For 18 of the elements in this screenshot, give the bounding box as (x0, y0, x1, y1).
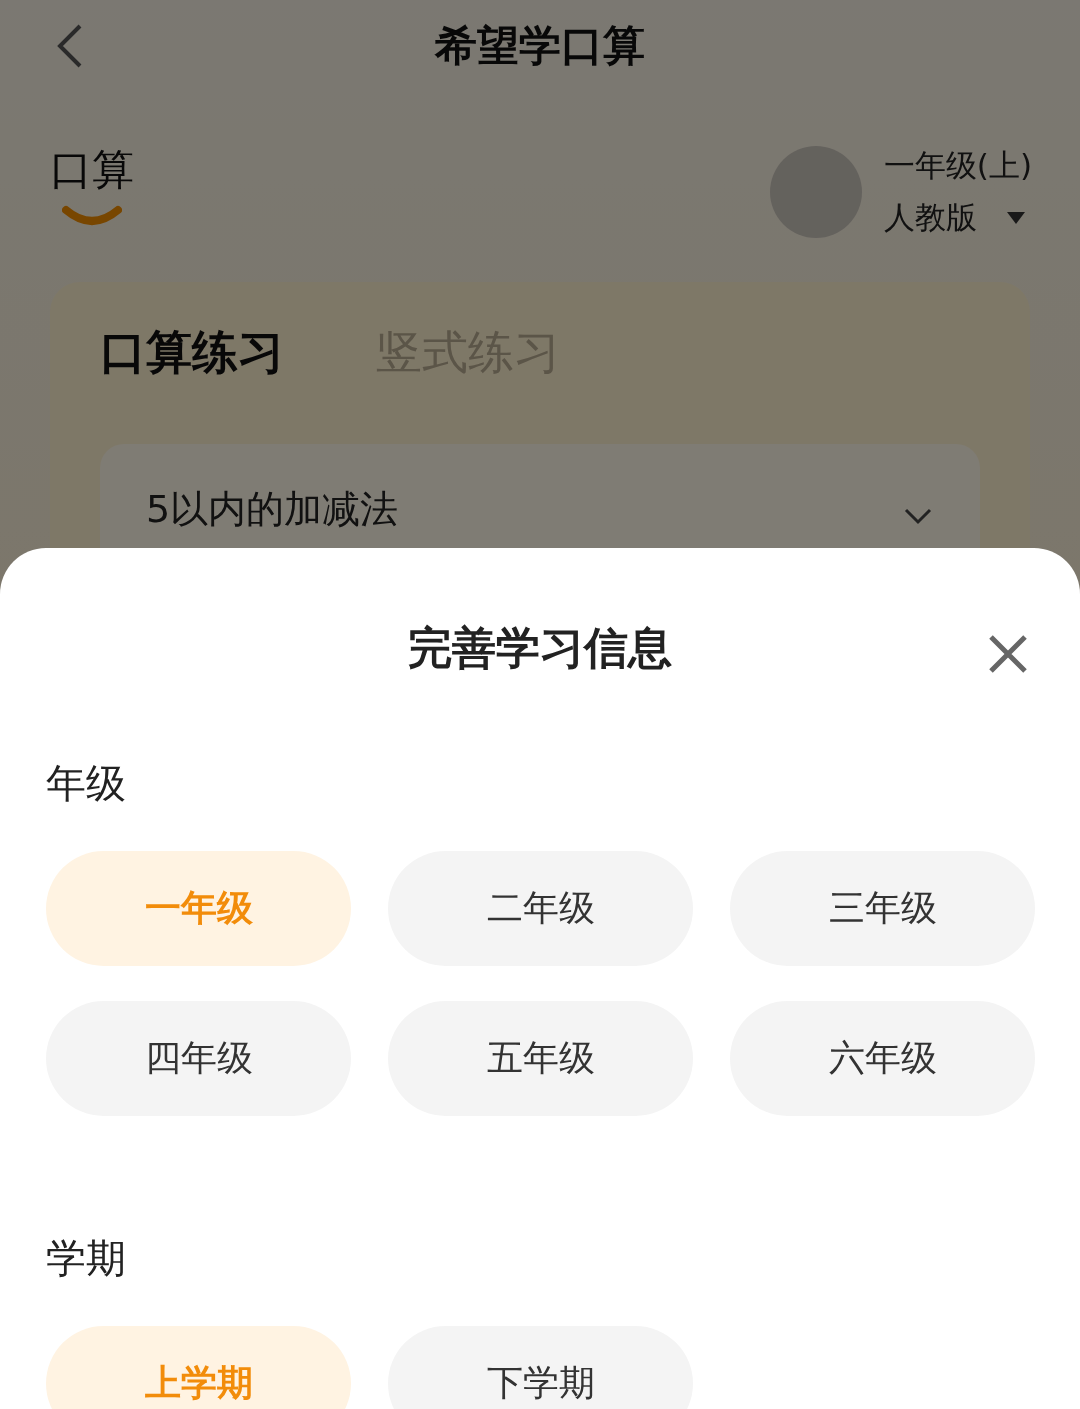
app-title: 希望学口算 (435, 20, 645, 72)
dropdown-icon[interactable] (1006, 212, 1025, 224)
option-button[interactable]: 下学期 (388, 1326, 693, 1409)
option-button[interactable]: 五年级 (388, 1001, 693, 1116)
grade-label[interactable]: 一年级(上) (883, 145, 1032, 187)
option-button[interactable]: 三年级 (730, 851, 1035, 966)
edition-label[interactable]: 人教版 (883, 197, 977, 239)
close-icon[interactable] (988, 634, 1028, 674)
chevron-down-icon (904, 508, 932, 526)
section-label: 学期 (46, 1233, 127, 1283)
smile-underline-icon (62, 204, 122, 226)
option-button[interactable]: 六年级 (730, 1001, 1035, 1116)
sheet-title: 完善学习信息 (408, 620, 672, 675)
section-label: 年级 (46, 758, 127, 808)
practice-tab[interactable]: 口算练习 (100, 322, 284, 384)
subject-tab[interactable]: 口算 (50, 142, 134, 198)
option-button[interactable]: 二年级 (388, 851, 693, 966)
option-button[interactable]: 四年级 (46, 1001, 351, 1116)
